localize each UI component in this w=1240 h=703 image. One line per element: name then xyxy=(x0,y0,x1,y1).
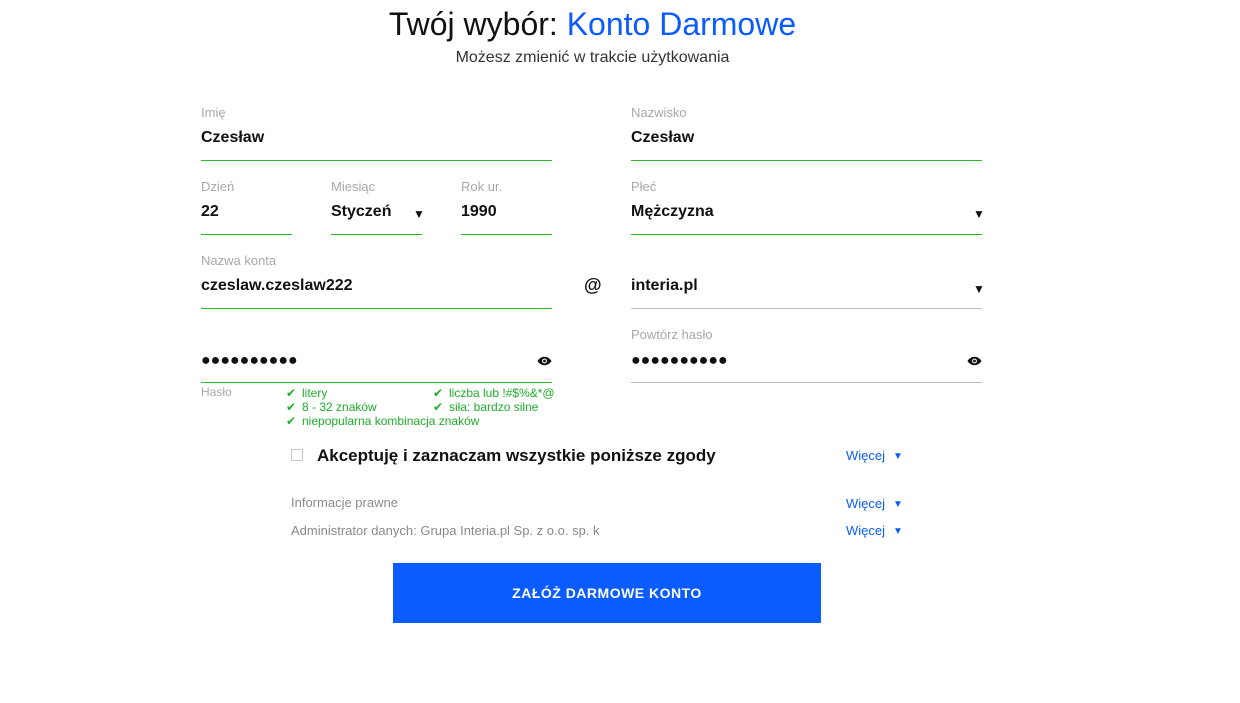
more-label: Więcej xyxy=(846,496,886,511)
data-admin-label: Administrator danych: Grupa Interia.pl S… xyxy=(291,523,600,538)
gender-underline xyxy=(631,234,982,235)
page-subtitle: Możesz zmienić w trakcie użytkowania xyxy=(455,49,730,66)
at-sign: @ xyxy=(584,275,602,295)
day-label: Dzień xyxy=(201,179,235,194)
more-link-accept[interactable]: Więcej ▼ xyxy=(846,448,903,463)
last-name-underline xyxy=(631,160,982,161)
requirement-strength: ✔ siła: bardzo silne xyxy=(433,400,538,414)
month-caret-down-icon[interactable]: ▼ xyxy=(413,207,425,221)
more-link-admin[interactable]: Więcej ▼ xyxy=(846,523,903,538)
requirement-unpopular: ✔ niepopularna kombinacja znaków xyxy=(286,414,479,428)
page-title: Twój wybór: Konto Darmowe xyxy=(0,6,1185,43)
more-label: Więcej xyxy=(846,448,886,463)
eye-icon[interactable] xyxy=(537,356,552,366)
caret-down-icon: ▼ xyxy=(893,499,903,510)
password-repeat-input[interactable]: ●●●●●●●●●● xyxy=(631,352,728,370)
gender-caret-down-icon[interactable]: ▼ xyxy=(973,207,985,221)
password-underline xyxy=(201,382,552,383)
domain-select[interactable]: interia.pl xyxy=(631,277,698,295)
checkmark-icon: ✔ xyxy=(286,400,297,414)
month-select[interactable]: Styczeń xyxy=(331,203,391,221)
account-name-label: Nazwa konta xyxy=(201,253,277,268)
year-input[interactable]: 1990 xyxy=(461,203,497,221)
password-input[interactable]: ●●●●●●●●●● xyxy=(201,352,298,370)
last-name-input[interactable]: Czesław xyxy=(631,129,694,147)
day-underline xyxy=(201,234,292,235)
password-repeat-label: Powtórz hasło xyxy=(631,327,713,342)
year-label: Rok ur. xyxy=(461,179,503,194)
password-repeat-underline xyxy=(631,382,982,383)
requirement-text: litery xyxy=(302,386,328,400)
last-name-label: Nazwisko xyxy=(631,105,687,120)
requirement-text: 8 - 32 znaków xyxy=(302,400,377,414)
domain-underline xyxy=(631,308,982,309)
domain-caret-down-icon[interactable]: ▼ xyxy=(973,282,985,296)
first-name-label: Imię xyxy=(201,105,226,120)
gender-select[interactable]: Mężczyzna xyxy=(631,203,714,221)
requirement-text: niepopularna kombinacja znaków xyxy=(302,414,480,428)
accept-all-label[interactable]: Akceptuję i zaznaczam wszystkie poniższe… xyxy=(317,446,716,466)
year-underline xyxy=(461,234,552,235)
gender-label: Płeć xyxy=(631,179,657,194)
requirement-number-or-symbol: ✔ liczba lub !#$%&*@ xyxy=(433,386,555,400)
requirement-letters: ✔ litery xyxy=(286,386,327,400)
day-input[interactable]: 22 xyxy=(201,203,219,221)
checkmark-icon: ✔ xyxy=(433,386,444,400)
requirement-text: siła: bardzo silne xyxy=(449,400,539,414)
requirement-length: ✔ 8 - 32 znaków xyxy=(286,400,377,414)
caret-down-icon: ▼ xyxy=(893,526,903,537)
month-label: Miesiąc xyxy=(331,179,376,194)
more-label: Więcej xyxy=(846,523,886,538)
caret-down-icon: ▼ xyxy=(893,451,903,462)
more-link-legal[interactable]: Więcej ▼ xyxy=(846,496,903,511)
checkmark-icon: ✔ xyxy=(286,386,297,400)
title-prefix: Twój wybór: xyxy=(388,6,567,42)
title-accent: Konto Darmowe xyxy=(566,6,797,42)
month-underline xyxy=(331,234,422,235)
accept-all-checkbox[interactable] xyxy=(291,449,303,461)
checkmark-icon: ✔ xyxy=(286,414,297,428)
account-name-underline xyxy=(201,308,552,309)
first-name-input[interactable]: Czesław xyxy=(201,129,264,147)
legal-info-label: Informacje prawne xyxy=(291,495,398,510)
requirement-text: liczba lub !#$%&*@ xyxy=(449,386,555,400)
account-name-input[interactable]: czeslaw.czeslaw222 xyxy=(201,277,353,295)
password-label: Hasło xyxy=(201,385,232,399)
create-free-account-button[interactable]: ZAŁÓŻ DARMOWE KONTO xyxy=(393,563,821,623)
eye-icon[interactable] xyxy=(967,356,982,366)
first-name-underline xyxy=(201,160,552,161)
checkmark-icon: ✔ xyxy=(433,400,444,414)
